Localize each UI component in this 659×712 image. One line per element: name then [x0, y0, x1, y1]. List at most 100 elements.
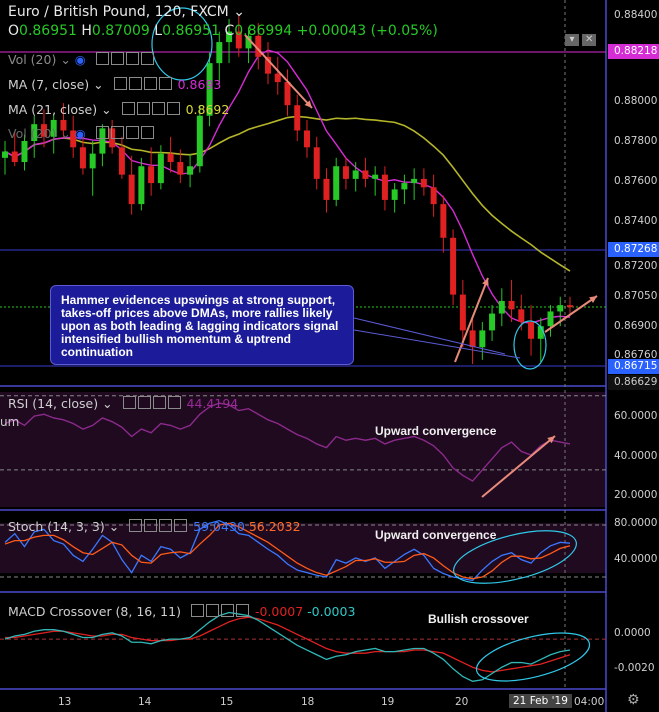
candle-body: [11, 151, 18, 163]
close-pane-icon[interactable]: ✕: [582, 34, 597, 46]
macd-value-1: -0.0007: [254, 604, 304, 619]
candle-body: [508, 300, 515, 310]
candle-body: [440, 204, 447, 238]
high-value: 0.87009: [91, 23, 150, 39]
candle-body: [489, 313, 496, 331]
legend-buttons[interactable]: [113, 77, 174, 92]
legend-buttons[interactable]: [122, 396, 183, 411]
current-time-tag: 04:00: [574, 696, 605, 708]
candle-body: [411, 178, 418, 184]
candle-body: [148, 166, 155, 184]
candle-body: [177, 162, 184, 175]
chevron-down-icon[interactable]: ⌄: [102, 396, 112, 411]
time-tick: 19: [381, 696, 395, 708]
time-tick: 14: [138, 696, 152, 708]
legend-vol[interactable]: Vol (20) ⌄ ◉: [8, 52, 156, 67]
open-value: 0.86951: [19, 23, 77, 39]
candle-body: [284, 82, 291, 106]
candle-body: [528, 321, 535, 339]
price-tick: 0.87600: [614, 175, 658, 187]
legend-ma7[interactable]: MA (7, close) ⌄ 0.8693: [8, 77, 221, 92]
candle-body: [313, 147, 320, 179]
legend-vol2[interactable]: Vol (20) ⌄ ◉: [8, 126, 156, 141]
legend-rsi[interactable]: RSI (14, close) ⌄ 44.4194: [8, 396, 238, 411]
ma7-value: 0.8693: [177, 77, 222, 92]
price-tag-mid: 0.87268: [608, 242, 659, 257]
gear-icon[interactable]: ⚙: [627, 692, 640, 708]
candle-body: [430, 187, 437, 205]
collapse-icon[interactable]: ▾: [565, 34, 579, 46]
candle-body: [157, 153, 164, 184]
legend-macd[interactable]: MACD Crossover (8, 16, 11) -0.0007 -0.00…: [8, 604, 355, 619]
candle-body: [21, 140, 28, 163]
legend-buttons[interactable]: [129, 519, 189, 534]
candle-body: [450, 237, 457, 295]
rsi-tick: 40.0000: [614, 450, 658, 462]
macd-ellipse: [475, 632, 591, 682]
candle-body: [479, 330, 486, 348]
price-tick: 0.87400: [614, 215, 658, 227]
macd-annotation: Bullish crossover: [428, 612, 529, 626]
legend-buttons[interactable]: [95, 52, 156, 67]
price-tick: 0.88400: [614, 9, 658, 21]
chevron-down-icon[interactable]: ⌄: [109, 519, 119, 534]
price-tick: 0.87800: [614, 135, 658, 147]
candle-body: [381, 174, 388, 200]
rsi-tick: 20.0000: [614, 489, 658, 501]
candle-body: [391, 189, 398, 200]
rsi-prefix: um: [0, 415, 20, 429]
candle-body: [196, 115, 203, 167]
eye-icon[interactable]: ◉: [75, 126, 86, 141]
eye-icon[interactable]: ◉: [75, 52, 86, 67]
close-value: 0.86994: [234, 23, 293, 39]
candle-body: [459, 294, 466, 331]
macd-tick: -0.0020: [614, 662, 655, 674]
stoch-tick: 80.0000: [614, 517, 658, 529]
chevron-down-icon[interactable]: ⌄: [93, 77, 103, 92]
candle-body: [2, 151, 8, 158]
callout-pointer: [353, 329, 521, 359]
change-value: +0.00043 (+0.05%): [296, 23, 438, 39]
candle-body: [187, 166, 194, 175]
ohlc-readout: O0.86951 H0.87009 L0.86951 C0.86994 +0.0…: [8, 23, 438, 39]
header-pair-label: Euro / British Pound, 120, FXCM ⌄: [8, 4, 245, 20]
downtrend-arrow: [244, 34, 313, 109]
candle-body: [294, 105, 301, 131]
price-tag-low: 0.86715: [608, 359, 659, 374]
stoch-d-value: 56.2032: [248, 519, 301, 534]
chevron-down-icon[interactable]: ⌄: [60, 52, 70, 67]
chart-header[interactable]: Euro / British Pound, 120, FXCM ⌄: [8, 4, 245, 20]
candle-body: [342, 166, 349, 179]
legend-ma21[interactable]: MA (21, close) ⌄ 0.8692: [8, 102, 229, 117]
macd-tick: 0.0000: [614, 627, 651, 639]
candle-body: [167, 153, 174, 163]
legend-buttons[interactable]: [190, 604, 251, 619]
time-tick: 15: [220, 696, 234, 708]
candle-body: [498, 300, 505, 314]
rsi-annotation: Upward convergence: [375, 424, 497, 438]
price-tick: 0.87050: [614, 290, 658, 302]
legend-stoch[interactable]: Stoch (14, 3, 3) ⌄ 59.0430 56.2032: [8, 519, 301, 534]
candle-body: [469, 330, 476, 348]
candle-body: [362, 170, 369, 179]
chevron-down-icon[interactable]: ⌄: [60, 126, 70, 141]
price-tag-top: 0.88218: [608, 44, 659, 59]
price-tag-bottom: 0.86629: [608, 375, 659, 390]
low-value: 0.86951: [162, 23, 220, 39]
pane-controls[interactable]: ▾ ✕: [565, 34, 597, 46]
candle-body: [401, 183, 408, 190]
time-tick: 20: [455, 696, 469, 708]
price-tick: 0.88000: [614, 95, 658, 107]
candle-body: [128, 174, 135, 205]
chevron-down-icon[interactable]: ⌄: [233, 4, 245, 20]
candle-body: [518, 309, 525, 322]
candle-body: [274, 73, 281, 83]
candle-body: [333, 166, 340, 200]
legend-buttons[interactable]: [95, 126, 156, 141]
chevron-down-icon[interactable]: ⌄: [101, 102, 111, 117]
annotation-callout[interactable]: Hammer evidences upswings at strong supp…: [50, 285, 354, 365]
candle-body: [420, 178, 427, 188]
price-tick: 0.86900: [614, 320, 658, 332]
legend-buttons[interactable]: [121, 102, 182, 117]
macd-value-2: -0.0003: [307, 604, 356, 619]
